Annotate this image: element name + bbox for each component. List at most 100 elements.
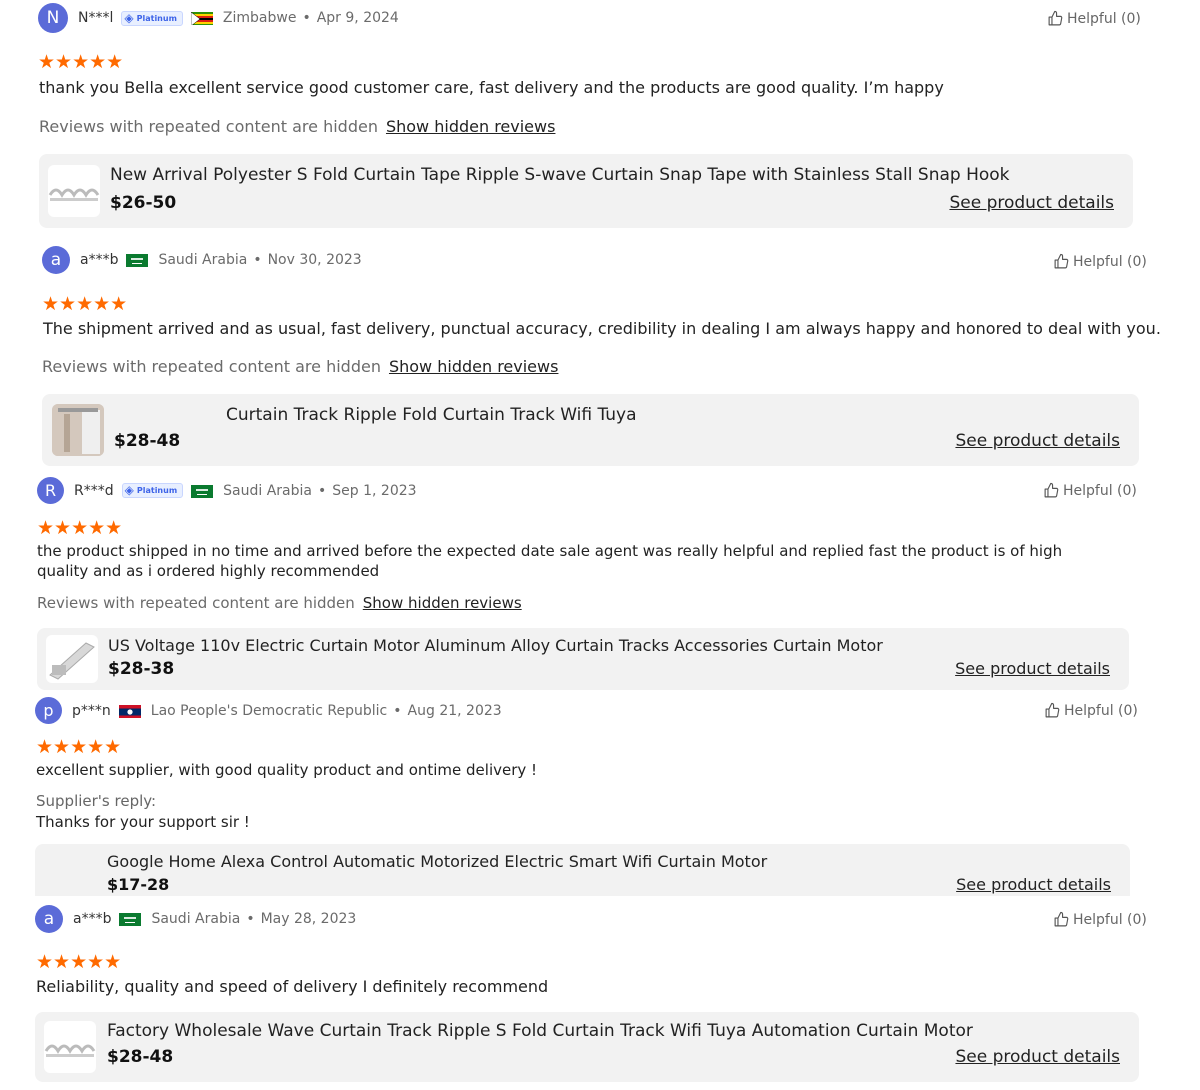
see-product-details-link[interactable]: See product details [949, 193, 1114, 213]
review-header: a a***b Saudi Arabia • Nov 30, 2023 [42, 246, 362, 274]
product-card[interactable]: New Arrival Polyester S Fold Curtain Tap… [39, 154, 1133, 228]
avatar: R [37, 477, 64, 504]
review-comment: the product shipped in no time and arriv… [37, 542, 1063, 580]
product-card[interactable]: US Voltage 110v Electric Curtain Motor A… [37, 628, 1129, 690]
review-header: N N***l ◈ Platinum Zimbabwe • Apr 9, 2024 [38, 3, 399, 33]
review-header: a a***b Saudi Arabia • May 28, 2023 [35, 905, 356, 933]
helpful-button[interactable]: Helpful (0) [1053, 911, 1147, 928]
product-price: $28-48 [107, 1047, 174, 1067]
avatar: p [35, 697, 62, 724]
show-hidden-reviews-link[interactable]: Show hidden reviews [386, 117, 555, 136]
review-comment: The shipment arrived and as usual, fast … [43, 319, 1161, 338]
badge-label: Platinum [136, 13, 177, 23]
star-rating: ★★★★★ [36, 736, 122, 758]
separator-dot: • [302, 10, 311, 26]
review-header: p p***n Lao People's Democratic Republic… [35, 697, 502, 724]
hidden-reviews-text: Reviews with repeated content are hidden [42, 357, 381, 376]
supplier-reply-text: Thanks for your support sir ! [36, 813, 250, 831]
helpful-button[interactable]: Helpful (0) [1053, 253, 1147, 270]
product-card[interactable]: Google Home Alexa Control Automatic Moto… [35, 844, 1130, 896]
review-comment: Reliability, quality and speed of delive… [36, 977, 549, 996]
review-comment: excellent supplier, with good quality pr… [36, 761, 538, 779]
product-thumbnail[interactable] [44, 1021, 96, 1073]
see-product-details-link[interactable]: See product details [955, 659, 1110, 678]
hidden-reviews-note: Reviews with repeated content are hidden… [37, 594, 522, 612]
review-date: Apr 9, 2024 [316, 10, 399, 26]
flag-saudi-arabia-icon [126, 253, 149, 267]
flag-saudi-arabia-icon [119, 912, 142, 926]
review-date: May 28, 2023 [260, 911, 357, 927]
product-price: $17-28 [107, 875, 170, 894]
review-date: Aug 21, 2023 [407, 702, 502, 719]
helpful-label: Helpful (0) [1067, 10, 1141, 27]
product-title[interactable]: Factory Wholesale Wave Curtain Track Rip… [107, 1021, 973, 1041]
helpful-label: Helpful (0) [1073, 253, 1147, 270]
thumbs-up-icon [1053, 911, 1070, 928]
avatar: a [42, 246, 70, 274]
product-card[interactable]: Curtain Track Ripple Fold Curtain Track … [42, 394, 1139, 466]
reviewer-country: Zimbabwe [222, 10, 297, 26]
reviewer-name: a***b [73, 911, 112, 927]
product-price: $28-38 [108, 659, 175, 679]
product-title[interactable]: US Voltage 110v Electric Curtain Motor A… [108, 636, 883, 655]
reviewer-name: a***b [80, 252, 119, 268]
reviewer-country: Saudi Arabia [223, 482, 312, 499]
review-header: R R***d ◈ Platinum Saudi Arabia • Sep 1, … [37, 477, 417, 504]
reviewer-name: p***n [72, 702, 111, 719]
thumbs-up-icon [1047, 10, 1064, 27]
avatar: N [38, 3, 68, 33]
hidden-reviews-note: Reviews with repeated content are hidden… [42, 357, 558, 376]
product-title[interactable]: Curtain Track Ripple Fold Curtain Track … [226, 405, 637, 425]
product-title[interactable]: Google Home Alexa Control Automatic Moto… [107, 852, 767, 871]
see-product-details-link[interactable]: See product details [955, 1047, 1120, 1067]
see-product-details-link[interactable]: See product details [956, 875, 1111, 894]
star-rating: ★★★★★ [38, 51, 124, 73]
product-thumbnail[interactable] [48, 165, 100, 217]
review-date: Nov 30, 2023 [267, 252, 362, 268]
helpful-button[interactable]: Helpful (0) [1047, 10, 1141, 27]
separator-dot: • [246, 911, 255, 927]
review-comment: thank you Bella excellent service good c… [39, 78, 944, 97]
product-price: $26-50 [110, 193, 177, 213]
flag-zimbabwe-icon [190, 11, 213, 25]
reviewer-country: Saudi Arabia [151, 911, 241, 927]
supplier-reply-label: Supplier's reply: [36, 792, 157, 810]
thumbs-up-icon [1053, 253, 1070, 270]
product-thumbnail[interactable] [52, 404, 104, 456]
star-rating: ★★★★★ [42, 293, 128, 315]
hidden-reviews-text: Reviews with repeated content are hidden [37, 594, 355, 612]
helpful-label: Helpful (0) [1073, 911, 1147, 928]
separator-dot: • [253, 252, 262, 268]
helpful-button[interactable]: Helpful (0) [1044, 702, 1138, 719]
star-rating: ★★★★★ [36, 951, 122, 973]
reviewer-country: Saudi Arabia [158, 252, 248, 268]
reviewer-name: N***l [78, 10, 114, 26]
helpful-button[interactable]: Helpful (0) [1043, 482, 1137, 499]
diamond-icon: ◈ [124, 483, 134, 497]
platinum-badge: ◈ Platinum [121, 10, 183, 26]
flag-laos-icon [118, 704, 141, 718]
thumbs-up-icon [1044, 702, 1061, 719]
see-product-details-link[interactable]: See product details [955, 431, 1120, 451]
helpful-label: Helpful (0) [1063, 482, 1137, 499]
product-price: $28-48 [114, 431, 181, 451]
platinum-badge: ◈ Platinum [121, 483, 184, 498]
thumbs-up-icon [1043, 482, 1060, 499]
helpful-label: Helpful (0) [1064, 702, 1138, 719]
hidden-reviews-note: Reviews with repeated content are hidden… [39, 117, 555, 136]
product-card[interactable]: Factory Wholesale Wave Curtain Track Rip… [35, 1012, 1139, 1082]
reviewer-name: R***d [74, 482, 114, 499]
product-title[interactable]: New Arrival Polyester S Fold Curtain Tap… [110, 165, 1010, 185]
star-rating: ★★★★★ [37, 517, 123, 539]
flag-saudi-arabia-icon [191, 484, 214, 498]
review-date: Sep 1, 2023 [332, 482, 417, 499]
diamond-icon: ◈ [124, 10, 134, 25]
separator-dot: • [318, 482, 327, 499]
hidden-reviews-text: Reviews with repeated content are hidden [39, 117, 378, 136]
show-hidden-reviews-link[interactable]: Show hidden reviews [363, 594, 522, 612]
show-hidden-reviews-link[interactable]: Show hidden reviews [389, 357, 558, 376]
product-thumbnail[interactable] [46, 635, 98, 683]
avatar: a [35, 905, 63, 933]
badge-label: Platinum [136, 486, 178, 495]
separator-dot: • [393, 702, 402, 719]
